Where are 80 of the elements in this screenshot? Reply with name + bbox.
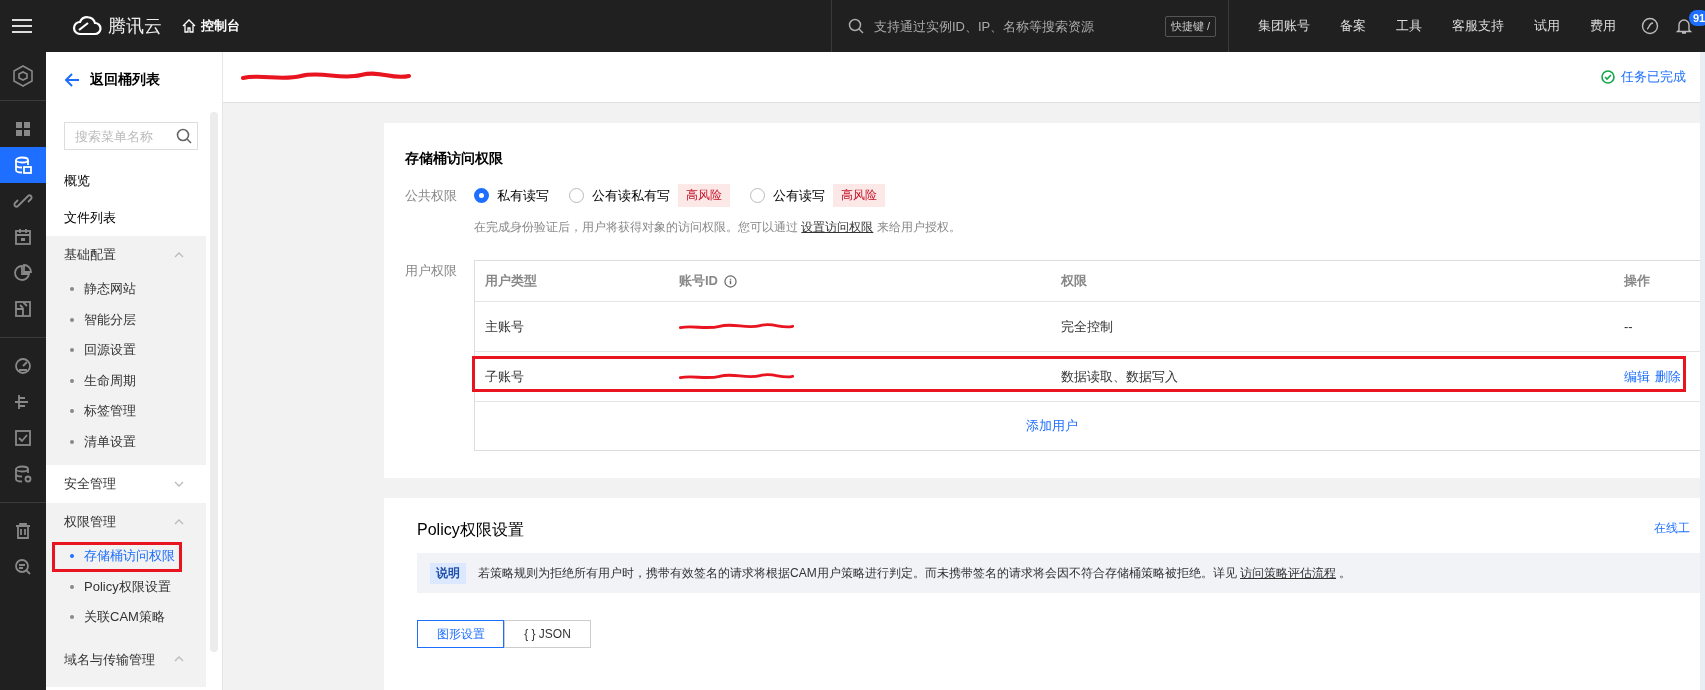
risk-tag: 高风险 xyxy=(833,184,885,207)
column-header: 账号ID xyxy=(679,272,718,290)
add-user-link[interactable]: 添加用户 xyxy=(1026,417,1078,435)
task-status-link[interactable]: 任务已完成 xyxy=(1621,68,1686,86)
hint-text: 在完成身份验证后，用户将获得对象的访问权限。您可以通过 设置访问权限 来给用户授权。 xyxy=(474,219,962,236)
sidebar-subitem[interactable]: Policy权限设置 xyxy=(46,571,206,602)
bullet-icon xyxy=(70,439,74,444)
policy-flow-link[interactable]: 访问策略评估流程 xyxy=(1240,565,1336,580)
redaction-scribble-icon xyxy=(679,321,794,332)
cube-icon[interactable] xyxy=(12,65,34,87)
sidebar-item[interactable]: 文件列表 xyxy=(46,199,206,236)
search-icon xyxy=(176,128,192,144)
column-header: 用户类型 xyxy=(484,272,538,290)
mode-tab[interactable]: { } JSON xyxy=(504,620,591,648)
bullet-icon xyxy=(70,615,74,620)
sidebar-subitem[interactable]: 存储桶访问权限 xyxy=(46,541,206,572)
sidebar-item[interactable]: 概览 xyxy=(46,162,206,199)
card-title: 存储桶访问权限 xyxy=(405,150,504,168)
sidebar-group[interactable]: 安全管理 xyxy=(64,475,116,493)
shortcut-key-hint: 快捷键 / xyxy=(1164,15,1216,37)
bullet-icon xyxy=(70,287,74,292)
circle-icon[interactable] xyxy=(1641,17,1659,35)
set-permission-link[interactable]: 设置访问权限 xyxy=(801,220,874,234)
menu-icon[interactable] xyxy=(12,18,32,34)
cloud-logo-icon xyxy=(72,16,102,36)
notice-text: 若策略规则为拒绝所有用户时，携带有效签名的请求将根据CAM用户策略进行判定。而未携带签名的请求将会因不符合存储桶策略被拒绝。详见 访问策略评估流程 。 xyxy=(478,564,1352,582)
table-cell-text: 主账号 xyxy=(484,317,525,336)
column-header: 操作 xyxy=(1623,272,1651,290)
home-icon xyxy=(182,19,196,33)
sidebar-subitem[interactable]: 智能分层 xyxy=(46,304,206,335)
console-link[interactable]: 控制台 xyxy=(182,17,240,35)
bullet-icon xyxy=(70,348,74,353)
search-field[interactable]: 支持通过实例ID、IP、名称等搜索资源 xyxy=(872,17,1157,35)
top-nav-link[interactable]: 客服支持 xyxy=(1437,17,1519,35)
radio-option[interactable]: 私有读写 xyxy=(474,186,549,205)
field-label: 公共权限 xyxy=(405,186,458,205)
search-icon xyxy=(848,18,864,34)
back-link[interactable]: 返回桶列表 xyxy=(46,52,206,108)
top-nav-link[interactable]: 费用 xyxy=(1575,17,1631,35)
bullet-icon xyxy=(70,409,74,414)
check-circle-icon xyxy=(1601,70,1615,84)
table-cell-text: 完全控制 xyxy=(1060,317,1114,336)
sidebar-subitem[interactable]: 生命周期 xyxy=(46,365,206,396)
top-nav-link[interactable]: 备案 xyxy=(1325,17,1381,35)
radio-option[interactable]: 公有读写 xyxy=(750,186,825,205)
sidebar-group[interactable]: 基础配置 xyxy=(64,246,116,264)
sidebar-subitem[interactable]: 清单设置 xyxy=(46,426,206,457)
top-nav-link[interactable]: 工具 xyxy=(1381,17,1437,35)
action-link[interactable]: 删除 xyxy=(1655,368,1681,384)
sidebar-subitem[interactable]: 标签管理 xyxy=(46,396,206,427)
bullet-icon xyxy=(70,584,74,589)
sidebar-subitem[interactable]: 静态网站 xyxy=(46,274,206,305)
top-nav-link[interactable]: 集团账号 xyxy=(1243,17,1325,35)
radio-option[interactable]: 公有读私有写 xyxy=(569,186,670,205)
action-link[interactable]: 编辑 xyxy=(1624,368,1650,384)
field-label: 用户权限 xyxy=(405,262,458,280)
bullet-icon xyxy=(70,317,74,322)
risk-tag: 高风险 xyxy=(678,184,730,207)
menu-search-field[interactable]: 搜索菜单名称 xyxy=(64,122,198,150)
bullet-icon xyxy=(70,554,74,559)
mode-tab[interactable]: 图形设置 xyxy=(417,620,504,648)
online-tool-link[interactable]: 在线工 xyxy=(1654,520,1690,541)
arrow-left-icon xyxy=(64,72,80,88)
column-header: 权限 xyxy=(1060,272,1088,290)
top-nav-link[interactable]: 试用 xyxy=(1519,17,1575,35)
card-title: Policy权限设置 xyxy=(417,520,524,540)
brand-name: 腾讯云 xyxy=(108,15,162,38)
notification-badge: 91 xyxy=(1689,10,1705,26)
redaction-scribble-icon xyxy=(679,371,794,382)
bell-icon[interactable] xyxy=(1675,17,1693,35)
sidebar-subitem[interactable]: 回源设置 xyxy=(46,335,206,366)
notice-tag: 说明 xyxy=(430,562,466,584)
table-cell-text: 子账号 xyxy=(484,367,525,386)
sidebar-subitem[interactable]: 关联CAM策略 xyxy=(46,602,206,633)
bullet-icon xyxy=(70,378,74,383)
info-icon[interactable] xyxy=(724,274,737,288)
table-cell: -- xyxy=(1624,319,1633,334)
sidebar-group[interactable]: 权限管理 xyxy=(64,513,116,531)
bucket-icon[interactable] xyxy=(0,147,46,183)
table-cell-text: 数据读取、数据写入 xyxy=(1060,367,1179,386)
